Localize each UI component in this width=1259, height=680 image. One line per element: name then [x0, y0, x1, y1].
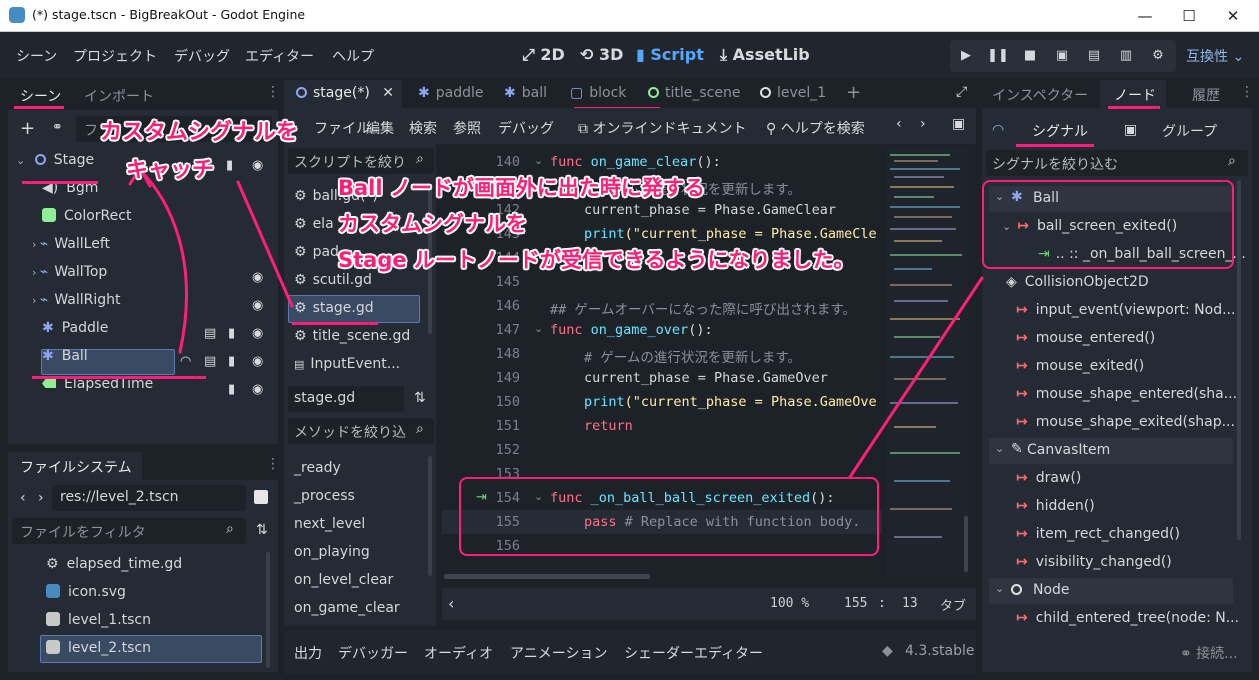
arrow-ball-to-stage [138, 168, 188, 354]
annotation-catch-line1: カスタムシグナルを [100, 120, 299, 145]
annotation-catch-line2: キャッチ [126, 158, 215, 183]
annotation-desc-line1: Ball ノードが画面外に出た時に発する [338, 176, 705, 200]
annotation-desc-line3: Stage ルートノードが受信できるようになりました。 [338, 248, 855, 272]
annotation-arrows [128, 165, 984, 479]
pointer-to-signal [848, 276, 984, 479]
annotation-desc-line2: カスタムシグナルを [338, 212, 527, 236]
pointer-to-stage-gd [236, 180, 294, 308]
